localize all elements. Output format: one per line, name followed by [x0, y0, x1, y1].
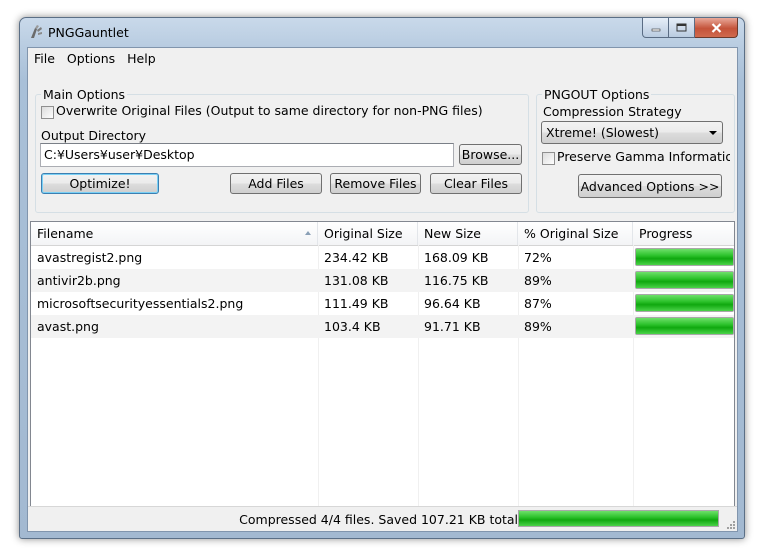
overwrite-checkbox[interactable]: [41, 106, 54, 119]
status-progress-bar: [518, 510, 719, 527]
cell-percent: 72%: [524, 250, 552, 265]
file-list[interactable]: Filename Original Size New Size % Origin…: [30, 221, 735, 529]
cell-new-size: 168.09 KB: [424, 250, 489, 265]
cell-filename: avast.png: [37, 319, 99, 334]
main-options-label: Main Options: [41, 87, 128, 102]
column-original-size[interactable]: Original Size: [318, 222, 418, 245]
minimize-icon: [651, 28, 660, 31]
gauntlet-app-icon: [31, 25, 42, 38]
client-area: File Options Help Main Options Overwrite…: [27, 47, 738, 532]
output-directory-label: Output Directory: [41, 128, 147, 143]
column-new-size[interactable]: New Size: [418, 222, 518, 245]
progress-fill: [636, 272, 733, 288]
window-title: PNGGauntlet: [48, 25, 129, 40]
column-percent-original[interactable]: % Original Size: [518, 222, 633, 245]
menu-file[interactable]: File: [28, 48, 61, 69]
preserve-gamma-clip: Preserve Gamma Information: [557, 149, 730, 167]
status-bar: Compressed 4/4 files. Saved 107.21 KB to…: [28, 506, 737, 531]
overwrite-label: Overwrite Original Files (Output to same…: [56, 103, 483, 118]
close-button[interactable]: [695, 18, 738, 38]
pngout-options-label: PNGOUT Options: [542, 87, 652, 102]
cell-original-size: 111.49 KB: [324, 296, 389, 311]
status-text: Compressed 4/4 files. Saved 107.21 KB to…: [239, 512, 522, 527]
cell-new-size: 91.71 KB: [424, 319, 481, 334]
progress-fill: [636, 318, 733, 334]
close-icon: [711, 22, 721, 33]
compression-strategy-select[interactable]: Xtreme! (Slowest): [541, 121, 723, 144]
cell-filename: antivir2b.png: [37, 273, 121, 288]
clear-files-button[interactable]: Clear Files: [430, 173, 522, 194]
chevron-down-icon: [709, 131, 717, 135]
row-progress-bar: [635, 317, 734, 335]
remove-files-button[interactable]: Remove Files: [330, 173, 421, 194]
row-progress-bar: [635, 248, 734, 266]
cell-original-size: 234.42 KB: [324, 250, 389, 265]
add-files-button[interactable]: Add Files: [230, 173, 322, 194]
cell-filename: avastregist2.png: [37, 250, 143, 265]
table-row[interactable]: avastregist2.png 234.42 KB 168.09 KB 72%: [31, 246, 734, 269]
browse-button[interactable]: Browse...: [459, 144, 522, 165]
preserve-gamma-checkbox[interactable]: [542, 152, 555, 165]
advanced-options-button[interactable]: Advanced Options >>: [578, 174, 722, 198]
menu-options[interactable]: Options: [61, 48, 121, 69]
row-progress-bar: [635, 271, 734, 289]
table-row[interactable]: avast.png 103.4 KB 91.71 KB 89%: [31, 315, 734, 338]
cell-new-size: 96.64 KB: [424, 296, 481, 311]
sort-ascending-icon: [305, 231, 311, 235]
cell-new-size: 116.75 KB: [424, 273, 489, 288]
column-progress[interactable]: Progress: [633, 222, 734, 245]
column-filename[interactable]: Filename: [31, 222, 318, 245]
menu-help[interactable]: Help: [121, 48, 162, 69]
compression-strategy-value: Xtreme! (Slowest): [546, 125, 660, 140]
progress-fill: [636, 295, 733, 311]
progress-fill: [636, 249, 733, 265]
resize-grip-icon[interactable]: [725, 519, 735, 529]
app-window: PNGGauntlet File Options Help Main Optio…: [19, 17, 745, 539]
row-progress-bar: [635, 294, 734, 312]
output-directory-input[interactable]: C:¥Users¥user¥Desktop: [40, 143, 454, 167]
cell-percent: 87%: [524, 296, 552, 311]
file-list-header: Filename Original Size New Size % Origin…: [31, 222, 734, 246]
table-row[interactable]: microsoftsecurityessentials2.png 111.49 …: [31, 292, 734, 315]
maximize-icon: [676, 23, 687, 32]
cell-original-size: 103.4 KB: [324, 319, 381, 334]
compression-strategy-label: Compression Strategy: [543, 104, 682, 119]
cell-percent: 89%: [524, 319, 552, 334]
output-directory-value: C:¥Users¥user¥Desktop: [44, 147, 195, 162]
table-row[interactable]: antivir2b.png 131.08 KB 116.75 KB 89%: [31, 269, 734, 292]
cell-filename: microsoftsecurityessentials2.png: [37, 296, 244, 311]
preserve-gamma-label: Preserve Gamma Information: [557, 149, 730, 164]
minimize-button[interactable]: [642, 18, 669, 38]
cell-original-size: 131.08 KB: [324, 273, 389, 288]
title-bar[interactable]: PNGGauntlet: [20, 18, 744, 47]
cell-percent: 89%: [524, 273, 552, 288]
menu-bar: File Options Help: [28, 48, 737, 69]
optimize-button[interactable]: Optimize!: [41, 173, 159, 194]
maximize-button[interactable]: [669, 18, 695, 38]
status-progress-fill: [519, 511, 718, 526]
